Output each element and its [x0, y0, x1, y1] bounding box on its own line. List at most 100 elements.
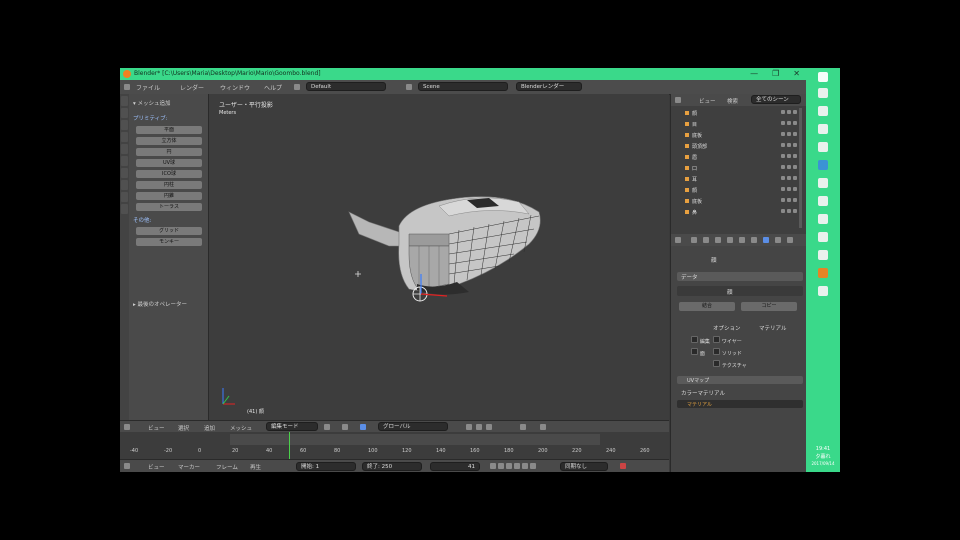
timeline-menu-marker[interactable]: マーカー	[178, 463, 200, 471]
app7-icon[interactable]	[818, 286, 828, 296]
timeline-menu-playback[interactable]: 再生	[250, 463, 261, 471]
material-field[interactable]: マテリアル	[677, 400, 803, 408]
option-checkbox[interactable]: 編集	[691, 336, 710, 345]
view3d-editor-icon[interactable]	[124, 424, 130, 430]
outliner-item[interactable]: 目	[685, 121, 797, 129]
visibility-toggles[interactable]	[781, 165, 801, 171]
menu-render[interactable]: レンダー	[180, 83, 204, 92]
outliner-menu-view[interactable]: ビュー	[699, 97, 716, 105]
play-icon[interactable]	[514, 463, 520, 469]
jump-end-icon[interactable]	[530, 463, 536, 469]
record-icon[interactable]	[620, 463, 626, 469]
next-keyframe-icon[interactable]	[522, 463, 528, 469]
mesh-datablock-field[interactable]: 顔	[677, 286, 803, 296]
outliner-item[interactable]: 眉	[685, 154, 797, 162]
face-select-icon[interactable]	[486, 424, 492, 430]
option-checkbox[interactable]: ソリッド	[713, 348, 742, 357]
timeline-editor-icon[interactable]	[124, 463, 130, 469]
menu-view[interactable]: ビュー	[148, 424, 165, 432]
current-frame-field[interactable]: 41	[430, 462, 480, 471]
edge-select-icon[interactable]	[476, 424, 482, 430]
timeline-menu-frame[interactable]: フレーム	[216, 463, 238, 471]
layout-icon[interactable]	[294, 84, 300, 90]
blender-taskbar-icon[interactable]	[818, 268, 828, 278]
vertex-select-icon[interactable]	[466, 424, 472, 430]
app4-icon[interactable]	[818, 214, 828, 224]
pivot-icon[interactable]	[342, 424, 348, 430]
visibility-toggles[interactable]	[781, 132, 801, 138]
transform-orientation-selector[interactable]: グローバル	[378, 422, 448, 431]
prev-keyframe-icon[interactable]	[498, 463, 504, 469]
copy-button[interactable]: コピー	[741, 302, 797, 311]
mesh-model[interactable]	[209, 94, 669, 420]
store-icon[interactable]	[818, 142, 828, 152]
timeline[interactable]: -40 -20 0 20 40 60 80 100 120 140 160 180 200 220 240 2…	[120, 432, 669, 459]
close-button[interactable]: ✕	[793, 69, 800, 78]
uv-map-row[interactable]: UVマップ	[677, 376, 803, 384]
scene-icon[interactable]	[406, 84, 412, 90]
menu-help[interactable]: ヘルプ	[264, 83, 282, 92]
menu-window[interactable]: ウィンドウ	[220, 83, 250, 92]
app5-icon[interactable]	[818, 232, 828, 242]
visibility-toggles[interactable]	[781, 176, 801, 182]
option-checkbox[interactable]: 面	[691, 348, 705, 357]
add-cone-button[interactable]: 円錐	[136, 192, 202, 200]
app3-icon[interactable]	[818, 196, 828, 206]
visibility-toggles[interactable]	[781, 110, 801, 116]
add-plane-button[interactable]: 平面	[136, 126, 202, 134]
play-reverse-icon[interactable]	[506, 463, 512, 469]
add-cube-button[interactable]: 立方体	[136, 137, 202, 145]
option-checkbox[interactable]: テクスチャ	[713, 360, 747, 369]
merge-button[interactable]: 結合	[679, 302, 735, 311]
layout-selector[interactable]: Default	[306, 82, 386, 91]
outliner-item[interactable]: 顔	[685, 187, 797, 195]
jump-start-icon[interactable]	[490, 463, 496, 469]
outliner-item[interactable]: 鼻	[685, 209, 797, 217]
editor-type-icon[interactable]	[124, 84, 130, 90]
outliner-item[interactable]: 耳	[685, 176, 797, 184]
menu-mesh[interactable]: メッシュ	[230, 424, 252, 432]
visibility-toggles[interactable]	[781, 154, 801, 160]
properties-tabs[interactable]	[671, 234, 807, 246]
add-ico-sphere-button[interactable]: ICO球	[136, 170, 202, 178]
tool-tabs[interactable]	[120, 94, 129, 420]
outliner-scrollbar[interactable]	[799, 108, 802, 228]
visibility-toggles[interactable]	[781, 209, 801, 215]
data-panel-header[interactable]: データ	[677, 272, 803, 281]
mesh-add-panel-title[interactable]: ▾ メッシュ追加	[133, 99, 171, 107]
maximize-button[interactable]: ❐	[772, 69, 779, 78]
visibility-toggles[interactable]	[781, 187, 801, 193]
menu-add[interactable]: 追加	[204, 424, 215, 432]
manipulator-icon[interactable]	[360, 424, 366, 430]
app-icon[interactable]	[818, 106, 828, 116]
3d-viewport[interactable]: ユーザー・平行投影 Meters (41) 顔	[209, 94, 669, 420]
search-icon[interactable]	[818, 88, 828, 98]
add-cylinder-button[interactable]: 円柱	[136, 181, 202, 189]
display-mode-selector[interactable]: 全てのシーン	[751, 95, 801, 104]
add-uv-sphere-button[interactable]: UV球	[136, 159, 202, 167]
outliner-item[interactable]: 頭頂部	[685, 143, 797, 151]
visibility-toggles[interactable]	[781, 121, 801, 127]
menu-file[interactable]: ファイル	[136, 83, 160, 92]
app2-icon[interactable]	[818, 178, 828, 188]
snap-icon[interactable]	[540, 424, 546, 430]
current-frame-indicator[interactable]	[289, 432, 290, 459]
folder-icon[interactable]	[818, 124, 828, 134]
render-engine-selector[interactable]: Blenderレンダー	[516, 82, 582, 91]
end-frame-field[interactable]: 終了: 250	[362, 462, 422, 471]
shading-icon[interactable]	[324, 424, 330, 430]
outliner-editor-icon[interactable]	[675, 97, 681, 103]
sync-selector[interactable]: 同期なし	[560, 462, 608, 471]
scene-selector[interactable]: Scene	[418, 82, 508, 91]
start-icon[interactable]	[818, 72, 828, 82]
start-frame-field[interactable]: 開始: 1	[296, 462, 356, 471]
last-operator-panel[interactable]: ▸ 最後のオペレーター	[133, 300, 187, 308]
playback-controls[interactable]	[490, 463, 536, 469]
visibility-toggles[interactable]	[781, 143, 801, 149]
browser-icon[interactable]	[818, 160, 828, 170]
outliner-item[interactable]: 底板	[685, 198, 797, 206]
outliner-item[interactable]: 口	[685, 165, 797, 173]
visibility-toggles[interactable]	[781, 198, 801, 204]
outliner-item[interactable]: 底板	[685, 132, 797, 140]
minimize-button[interactable]: —	[750, 69, 758, 78]
